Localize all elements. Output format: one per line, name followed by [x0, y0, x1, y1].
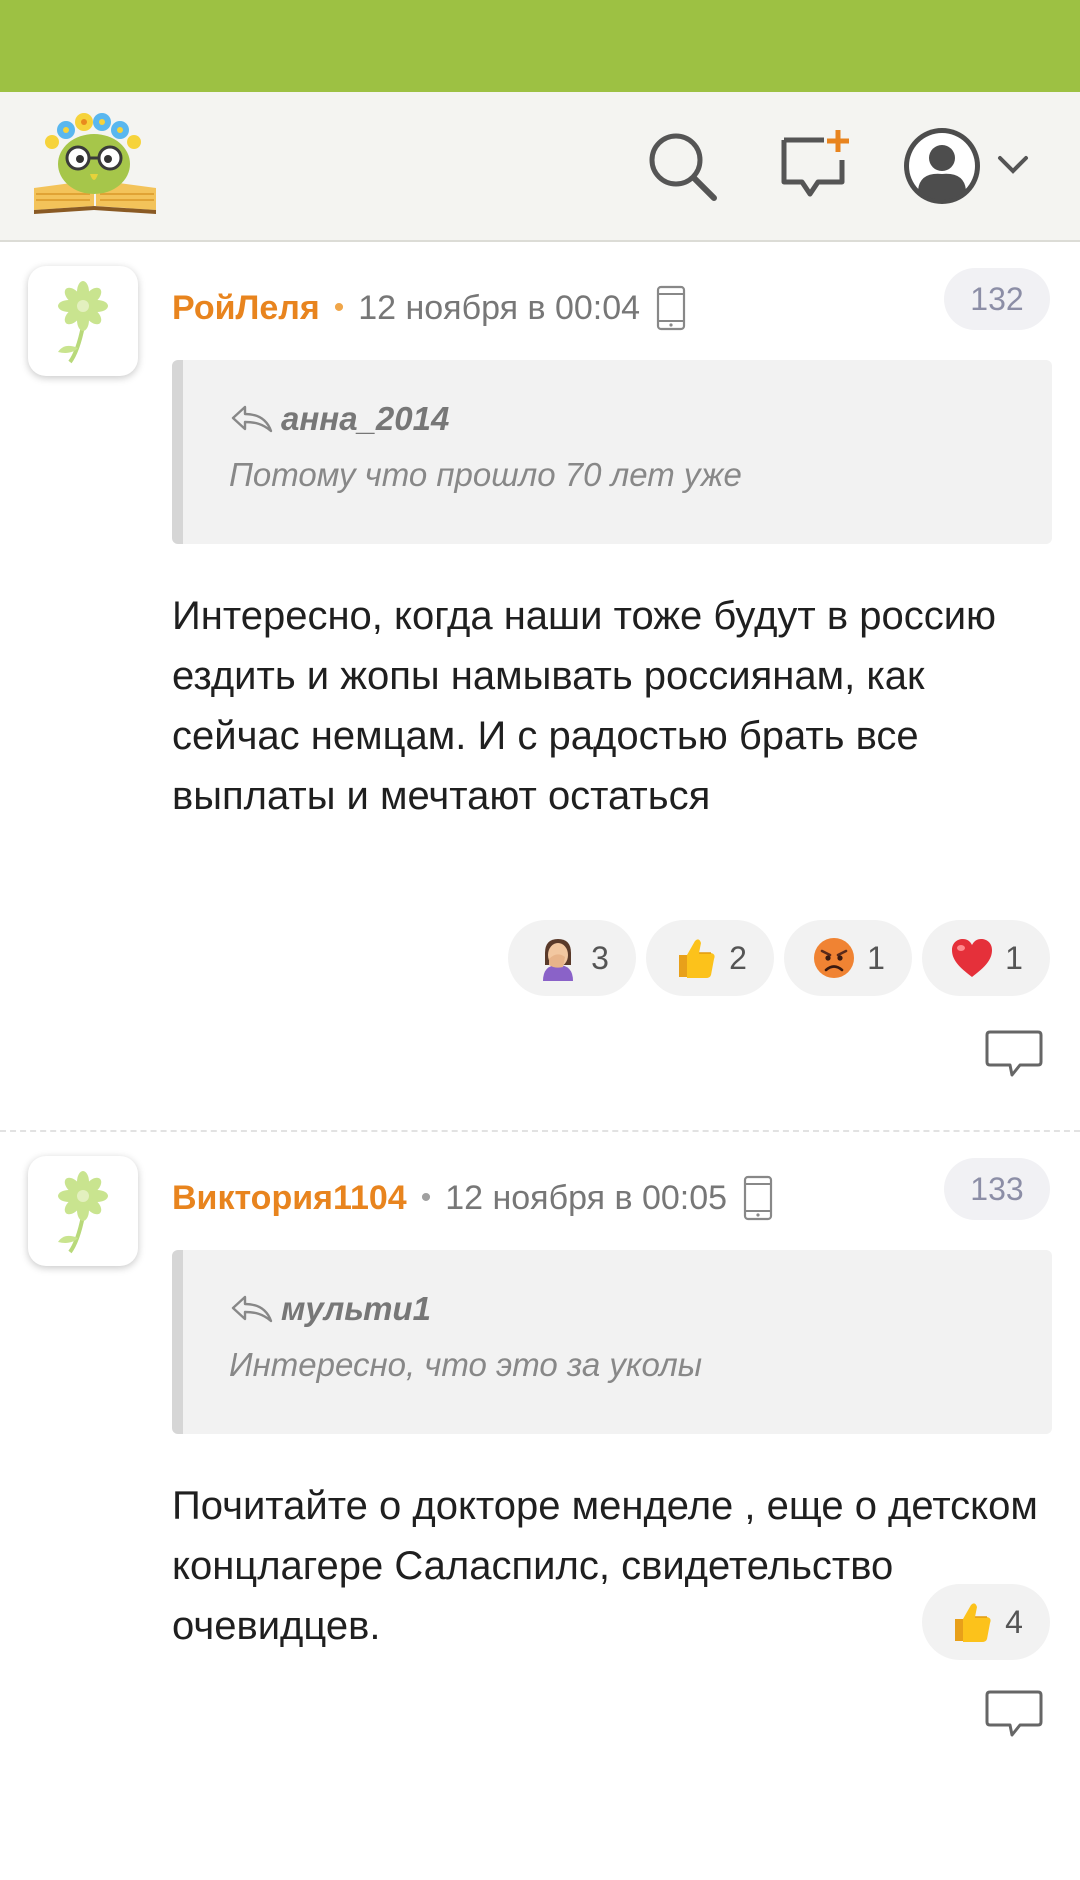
reaction-heart[interactable]: 1: [922, 920, 1050, 996]
comment-timestamp[interactable]: 12 ноября в 00:04: [358, 289, 640, 328]
reaction-count: 1: [867, 939, 885, 976]
search-icon: [649, 133, 717, 201]
quoted-comment[interactable]: анна_2014 Потому что прошло 70 лет уже: [172, 360, 1052, 544]
comment-number-badge[interactable]: 133: [944, 1158, 1050, 1220]
flower-avatar-icon: [56, 1169, 110, 1254]
comment-card: Виктория1104 • 12 ноября в 00:05 133 мул…: [0, 1132, 1080, 1880]
mobile-phone-icon: [656, 285, 686, 331]
reply-arrow-icon: [231, 405, 273, 433]
comment-bubble-icon: [985, 1690, 1043, 1737]
comment-number-badge[interactable]: 132: [944, 268, 1050, 330]
user-avatar[interactable]: [28, 266, 138, 376]
reaction-thumbs-up[interactable]: 2: [646, 920, 774, 996]
reaction-facepalm[interactable]: 3: [508, 920, 636, 996]
quote-text: Интересно, что это за уколы: [229, 1346, 702, 1383]
thumbs-up-emoji-icon: [954, 1602, 992, 1643]
quote-author: анна_2014: [281, 400, 450, 437]
user-avatar-icon: [904, 128, 980, 204]
status-bar: [0, 0, 1080, 92]
site-logo[interactable]: [30, 110, 160, 220]
reactions-bar: 3 2 1 1: [508, 920, 1050, 996]
quote-author: мульти1: [281, 1290, 431, 1327]
new-message-button[interactable]: [776, 126, 856, 206]
comment-author[interactable]: Виктория1104: [172, 1179, 407, 1218]
reply-button[interactable]: [984, 1028, 1044, 1082]
mobile-phone-icon: [743, 1175, 773, 1221]
reply-button[interactable]: [984, 1688, 1044, 1742]
quoted-comment[interactable]: мульти1 Интересно, что это за уколы: [172, 1250, 1052, 1434]
comment-timestamp[interactable]: 12 ноября в 00:05: [445, 1179, 727, 1218]
red-heart-emoji-icon: [952, 939, 993, 977]
reaction-count: 4: [1005, 1603, 1023, 1640]
reaction-count: 1: [1005, 939, 1023, 976]
thumbs-up-emoji-icon: [678, 938, 716, 979]
comment-author[interactable]: РойЛеля: [172, 289, 320, 328]
comment-meta: РойЛеля • 12 ноября в 00:04: [172, 278, 686, 338]
new-message-icon: [781, 130, 849, 197]
angry-face-emoji-icon: [814, 938, 855, 978]
user-avatar[interactable]: [28, 1156, 138, 1266]
reaction-angry[interactable]: 1: [784, 920, 912, 996]
comment-body: Почитайте о докторе менделе , еще о детс…: [172, 1484, 1038, 1648]
meta-separator: •: [333, 291, 345, 324]
quote-text: Потому что прошло 70 лет уже: [229, 456, 742, 493]
reaction-count: 3: [591, 939, 609, 976]
flower-avatar-icon: [56, 279, 110, 364]
reactions-bar: 4: [922, 1584, 1050, 1660]
search-button[interactable]: [642, 126, 722, 206]
facepalm-emoji-icon: [543, 939, 574, 981]
top-navigation-bar: [0, 92, 1080, 242]
chevron-down-icon: [998, 156, 1028, 174]
comment-meta: Виктория1104 • 12 ноября в 00:05: [172, 1168, 773, 1228]
comment-body: Интересно, когда наши тоже будут в росси…: [172, 594, 997, 818]
reply-arrow-icon: [231, 1295, 273, 1323]
meta-separator: •: [420, 1181, 432, 1214]
reaction-count: 2: [729, 939, 747, 976]
comment-bubble-icon: [985, 1030, 1043, 1077]
profile-menu-button[interactable]: [900, 122, 1050, 212]
comment-card: РойЛеля • 12 ноября в 00:04 132 анна_201…: [0, 242, 1080, 1132]
reaction-thumbs-up[interactable]: 4: [922, 1584, 1050, 1660]
